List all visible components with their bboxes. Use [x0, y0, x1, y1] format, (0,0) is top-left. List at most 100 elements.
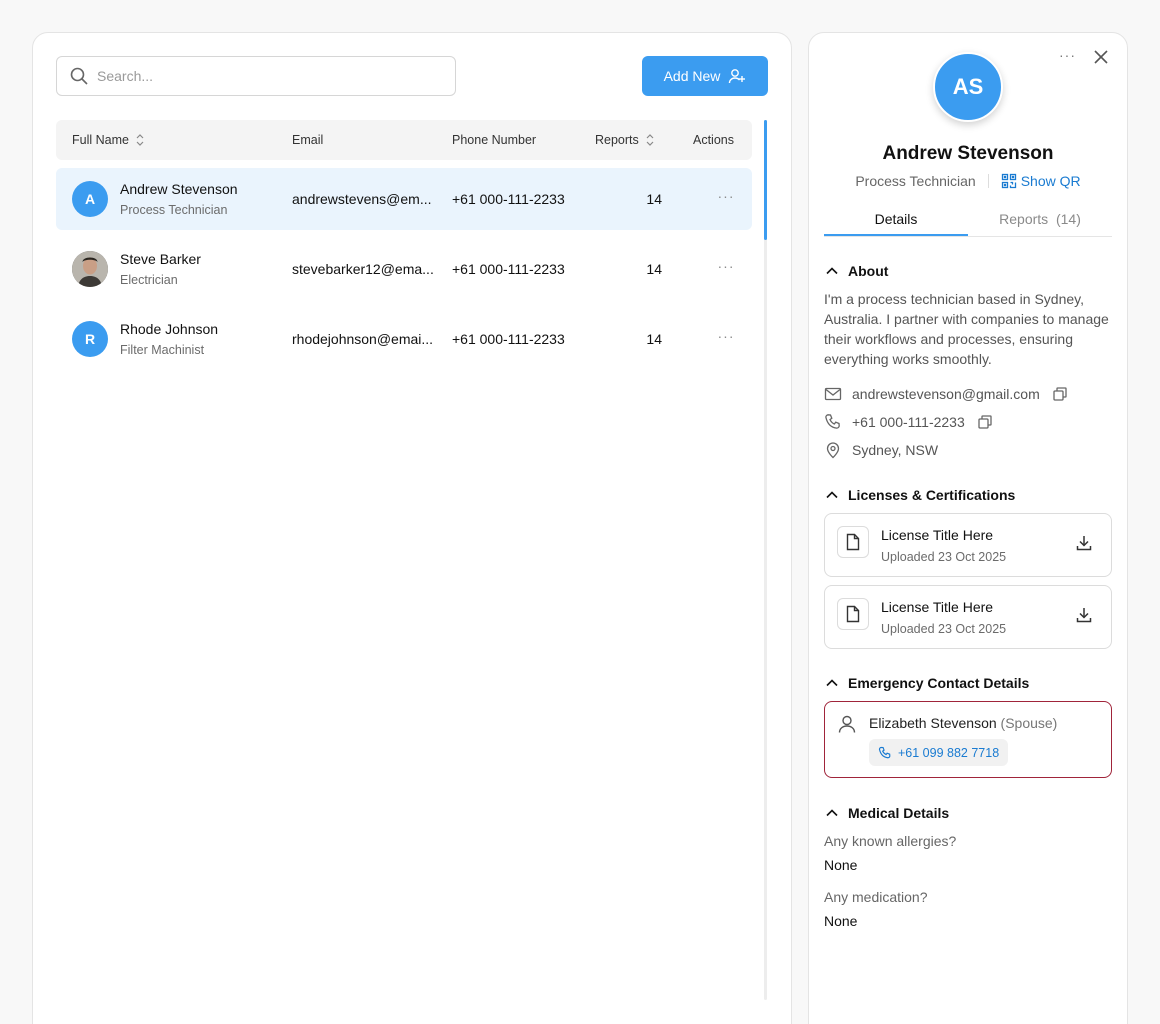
- row-actions-button[interactable]: ···: [714, 326, 738, 350]
- avatar-photo: [72, 251, 108, 287]
- col-actions: Actions: [693, 120, 734, 160]
- search-box[interactable]: [56, 56, 456, 96]
- emergency-name: Elizabeth Stevenson: [869, 715, 997, 731]
- contact-phone-text: +61 000-111-2233: [852, 414, 965, 430]
- divider: [987, 174, 989, 188]
- row-reports: 14: [646, 191, 662, 207]
- profile-detail-panel: AS ··· Andrew Stevenson Process Technici…: [808, 32, 1128, 1024]
- person-icon: [838, 715, 856, 733]
- download-icon[interactable]: [1075, 606, 1093, 624]
- close-icon: [1094, 50, 1108, 64]
- row-phone: +61 000-111-2233: [452, 191, 565, 207]
- emergency-phone-button[interactable]: +61 099 882 7718: [869, 739, 1009, 766]
- download-icon[interactable]: [1075, 534, 1093, 552]
- row-name: Steve Barker: [120, 251, 201, 267]
- profile-avatar: AS: [933, 52, 1003, 122]
- add-new-button[interactable]: Add New: [642, 56, 768, 96]
- avatar-initial: A: [84, 191, 96, 207]
- avatar: A: [72, 181, 108, 217]
- profile-subline: Process Technician Show QR: [809, 173, 1127, 189]
- contact-location: Sydney, NSW: [824, 441, 938, 459]
- more-options-button[interactable]: ···: [1059, 47, 1076, 63]
- table-row[interactable]: A Andrew Stevenson Process Technician an…: [56, 168, 752, 230]
- emergency-contact-line: Elizabeth Stevenson (Spouse): [869, 715, 1057, 731]
- tab-reports[interactable]: Reports (14): [968, 203, 1112, 236]
- license-card[interactable]: License Title Here Uploaded 23 Oct 2025: [824, 585, 1112, 649]
- license-card[interactable]: License Title Here Uploaded 23 Oct 2025: [824, 513, 1112, 577]
- emergency-contact-card: Elizabeth Stevenson (Spouse) +61 099 882…: [824, 701, 1112, 778]
- contact-location-text: Sydney, NSW: [852, 442, 939, 458]
- row-phone: +61 000-111-2233: [452, 331, 565, 347]
- profile-initials: AS: [952, 74, 984, 99]
- row-name: Andrew Stevenson: [120, 181, 238, 197]
- medication-answer: None: [824, 913, 858, 929]
- phone-icon: [825, 414, 840, 429]
- emergency-section-toggle[interactable]: Emergency Contact Details: [824, 675, 1029, 691]
- col-phone: Phone Number: [452, 120, 536, 160]
- profile-tabs: Details Reports (14): [824, 203, 1112, 237]
- scrollbar-thumb[interactable]: [764, 120, 767, 240]
- row-role: Electrician: [120, 273, 178, 287]
- license-date: Uploaded 23 Oct 2025: [881, 550, 1007, 564]
- medical-section-toggle[interactable]: Medical Details: [824, 805, 949, 821]
- tab-details-label: Details: [874, 211, 918, 227]
- row-role: Process Technician: [120, 203, 228, 217]
- search-icon: [70, 67, 88, 85]
- mail-icon: [824, 387, 842, 401]
- row-name: Rhode Johnson: [120, 321, 219, 337]
- show-qr-label: Show QR: [1020, 173, 1081, 189]
- chevron-up-icon: [826, 679, 838, 687]
- license-title: License Title Here: [881, 599, 994, 615]
- row-email: stevebarker12@ema...: [292, 261, 434, 277]
- row-role: Filter Machinist: [120, 343, 205, 357]
- search-input[interactable]: [97, 68, 417, 84]
- licenses-title: Licenses & Certifications: [848, 487, 1016, 503]
- phone-icon: [878, 746, 891, 758]
- col-phone-label: Phone Number: [452, 133, 537, 147]
- row-actions-button[interactable]: ···: [714, 186, 738, 210]
- scrollbar[interactable]: [764, 120, 767, 1000]
- chevron-up-icon: [826, 809, 838, 817]
- table-header: Full Name Email Phone Number Reports Act…: [56, 120, 752, 160]
- contact-email: andrewstevenson@gmail.com: [824, 385, 1068, 403]
- document-icon: [846, 533, 860, 551]
- sort-icon: [136, 134, 144, 146]
- about-title: About: [848, 263, 889, 279]
- licenses-section-toggle[interactable]: Licenses & Certifications: [824, 487, 1015, 503]
- col-reports-label: Reports: [595, 133, 639, 147]
- col-full-name-label: Full Name: [72, 133, 129, 147]
- about-section-toggle[interactable]: About: [824, 263, 888, 279]
- user-plus-icon: [729, 69, 746, 84]
- show-qr-button[interactable]: Show QR: [1001, 173, 1081, 189]
- medication-question: Any medication?: [824, 889, 928, 905]
- avatar-initial: R: [84, 331, 96, 347]
- table-row[interactable]: Steve Barker Electrician stevebarker12@e…: [56, 238, 752, 300]
- emergency-relation: (Spouse): [1000, 715, 1058, 731]
- tab-details[interactable]: Details: [824, 203, 968, 236]
- location-pin-icon: [826, 442, 840, 459]
- row-phone: +61 000-111-2233: [452, 261, 565, 277]
- allergies-question: Any known allergies?: [824, 833, 957, 849]
- emergency-title: Emergency Contact Details: [848, 675, 1030, 691]
- contact-phone: +61 000-111-2233: [824, 413, 993, 431]
- close-button[interactable]: [1093, 49, 1109, 70]
- add-new-label: Add New: [663, 68, 721, 84]
- col-reports[interactable]: Reports: [595, 120, 655, 160]
- row-actions-button[interactable]: ···: [714, 256, 738, 280]
- allergies-answer: None: [824, 857, 858, 873]
- person-photo-icon: [72, 251, 108, 287]
- col-actions-label: Actions: [693, 133, 734, 147]
- qr-code-icon: [1001, 173, 1016, 189]
- copy-icon[interactable]: [1052, 386, 1068, 402]
- col-email: Email: [292, 120, 323, 160]
- table-row[interactable]: R Rhode Johnson Filter Machinist rhodejo…: [56, 308, 752, 370]
- license-date: Uploaded 23 Oct 2025: [881, 622, 1007, 636]
- tab-reports-count: (14): [1055, 211, 1081, 227]
- col-full-name[interactable]: Full Name: [72, 120, 145, 160]
- copy-icon[interactable]: [977, 414, 993, 430]
- file-icon-box: [837, 526, 869, 558]
- chevron-up-icon: [826, 491, 838, 499]
- profile-name: Andrew Stevenson: [882, 143, 1054, 164]
- profile-role: Process Technician: [855, 173, 976, 189]
- col-email-label: Email: [292, 133, 324, 147]
